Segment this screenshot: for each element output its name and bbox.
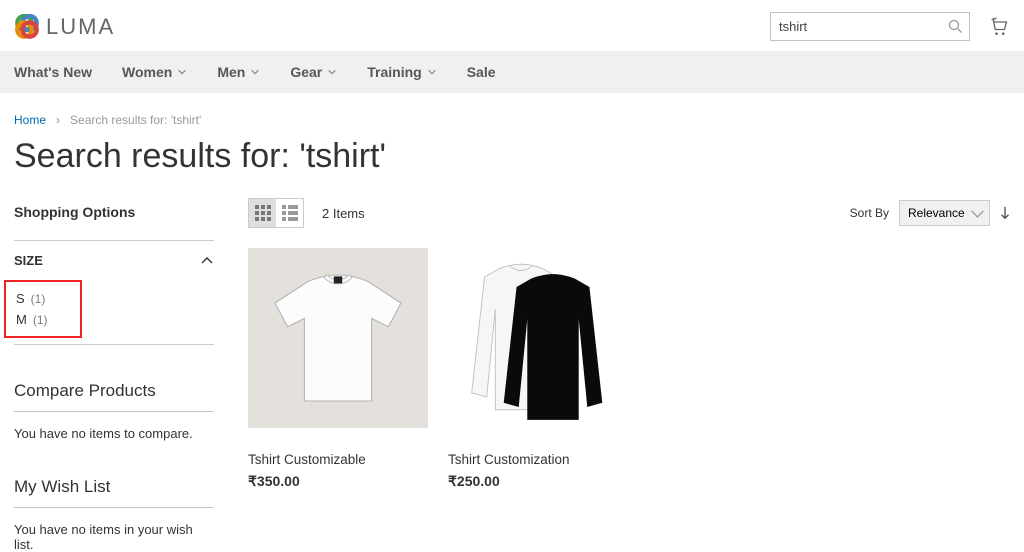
shopping-options-title: Shopping Options [14, 198, 214, 240]
chevron-down-icon [427, 67, 437, 77]
nav-gear[interactable]: Gear [290, 51, 337, 93]
wishlist-block: My Wish List You have no items in your w… [14, 477, 214, 552]
main-nav: What's New Women Men Gear Training Sale [0, 51, 1024, 93]
breadcrumb-home[interactable]: Home [14, 113, 46, 127]
size-option-m[interactable]: M (1) [16, 309, 70, 330]
product-name: Tshirt Customization [448, 428, 628, 467]
view-mode-list[interactable] [276, 199, 303, 227]
product-grid: Tshirt Customizable ₹350.00 Tshi [248, 248, 1010, 490]
view-mode-grid[interactable] [249, 199, 276, 227]
nav-women[interactable]: Women [122, 51, 187, 93]
search-icon[interactable] [948, 19, 963, 34]
product-image [448, 248, 628, 428]
page-title: Search results for: 'tshirt' [0, 127, 1024, 198]
chevron-down-icon [177, 67, 187, 77]
product-image [248, 248, 428, 428]
sort-select[interactable]: Relevance [899, 200, 990, 226]
search-box [770, 12, 970, 41]
breadcrumbs: Home › Search results for: 'tshirt' [0, 93, 1024, 127]
main-content: 2 Items Sort By Relevance [248, 198, 1010, 552]
breadcrumb-current: Search results for: 'tshirt' [70, 113, 201, 127]
product-card[interactable]: Tshirt Customizable ₹350.00 [248, 248, 428, 490]
chevron-down-icon [327, 67, 337, 77]
logo-icon [14, 14, 40, 40]
brand-logo[interactable]: LUMA [14, 14, 115, 40]
nav-whats-new[interactable]: What's New [14, 51, 92, 93]
chevron-up-icon [200, 254, 214, 268]
chevron-down-icon [250, 67, 260, 77]
sort-by-label: Sort By [850, 206, 889, 220]
brand-name: LUMA [46, 14, 115, 40]
product-name: Tshirt Customizable [248, 428, 428, 467]
view-modes [248, 198, 304, 228]
filter-size-header[interactable]: SIZE [14, 241, 214, 280]
sort-direction-icon[interactable] [1000, 206, 1010, 220]
size-option-s[interactable]: S (1) [16, 288, 70, 309]
product-card[interactable]: Tshirt Customization ₹250.00 [448, 248, 628, 490]
search-input[interactable] [770, 12, 970, 41]
compare-products-block: Compare Products You have no items to co… [14, 381, 214, 441]
chevron-right-icon: › [56, 113, 60, 127]
items-count: 2 Items [322, 206, 365, 221]
product-price: ₹350.00 [248, 467, 428, 490]
nav-men[interactable]: Men [217, 51, 260, 93]
product-price: ₹250.00 [448, 467, 628, 490]
sidebar: Shopping Options SIZE S (1) M (1) Compar… [14, 198, 214, 552]
cart-icon[interactable] [988, 17, 1010, 37]
nav-sale[interactable]: Sale [467, 51, 496, 93]
nav-training[interactable]: Training [367, 51, 436, 93]
